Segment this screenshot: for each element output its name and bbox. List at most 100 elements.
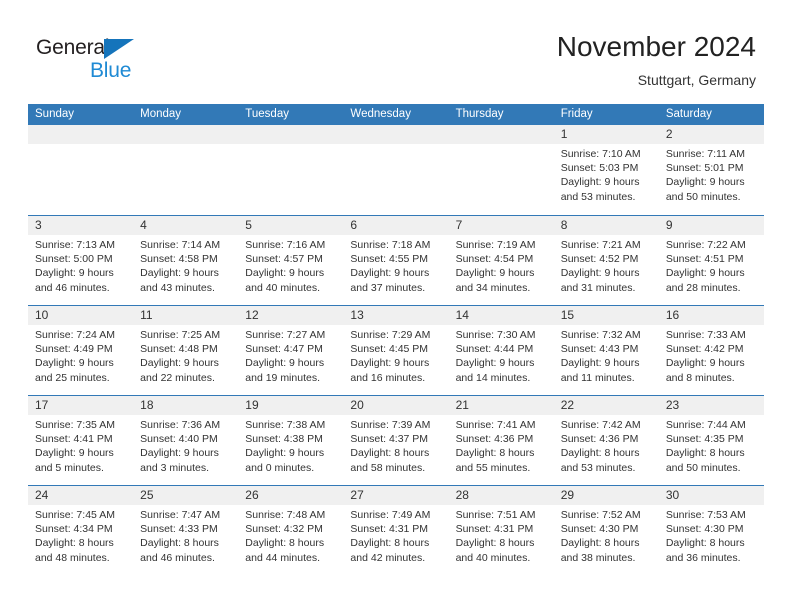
day-number: 7 bbox=[455, 218, 463, 232]
calendar-day-cell[interactable]: 7 Sunrise: 7:19 AM Sunset: 4:54 PM Daylight… bbox=[449, 216, 554, 305]
sunset-text: Sunset: 4:37 PM bbox=[350, 433, 429, 446]
calendar-day-cell[interactable]: 27 Sunrise: 7:49 AM Sunset: 4:31 PM Dayligh… bbox=[343, 486, 448, 575]
day-sun-info: Sunrise: 7:48 AM Sunset: 4:32 PM Daylight:… bbox=[245, 508, 336, 565]
calendar-day-cell[interactable]: 20 Sunrise: 7:39 AM Sunset: 4:37 PM Dayligh… bbox=[343, 396, 448, 485]
daylight-text-line2: and 5 minutes. bbox=[35, 461, 104, 474]
calendar-day-cell[interactable]: 22 Sunrise: 7:42 AM Sunset: 4:36 PM Dayligh… bbox=[554, 396, 659, 485]
day-sun-info: Sunrise: 7:24 AM Sunset: 4:49 PM Daylight:… bbox=[35, 328, 126, 385]
calendar-week-row: 17 Sunrise: 7:35 AM Sunset: 4:41 PM Dayligh… bbox=[28, 395, 764, 485]
daylight-text-line1: Daylight: 8 hours bbox=[350, 447, 430, 460]
sunrise-text: Sunrise: 7:52 AM bbox=[560, 509, 641, 521]
sunset-text: Sunset: 4:44 PM bbox=[455, 343, 534, 356]
day-sun-info: Sunrise: 7:29 AM Sunset: 4:45 PM Daylight:… bbox=[350, 328, 441, 385]
calendar-day-cell[interactable]: 10 Sunrise: 7:24 AM Sunset: 4:49 PM Dayligh… bbox=[28, 306, 133, 395]
daylight-text-line2: and 50 minutes. bbox=[665, 190, 741, 203]
calendar-day-cell[interactable]: 6 Sunrise: 7:18 AM Sunset: 4:55 PM Daylight… bbox=[343, 216, 448, 305]
calendar-day-cell[interactable]: 11 Sunrise: 7:25 AM Sunset: 4:48 PM Dayligh… bbox=[133, 306, 238, 395]
calendar-day-cell[interactable]: 24 Sunrise: 7:45 AM Sunset: 4:34 PM Dayligh… bbox=[28, 486, 133, 575]
day-sun-info: Sunrise: 7:45 AM Sunset: 4:34 PM Daylight:… bbox=[35, 508, 126, 565]
daylight-text-line1: Daylight: 9 hours bbox=[560, 357, 640, 370]
page-header: General Blue November 2024 Stuttgart, Ge… bbox=[0, 0, 792, 104]
day-number: 16 bbox=[665, 308, 680, 322]
day-number: 30 bbox=[665, 488, 680, 502]
daylight-text-line2: and 55 minutes. bbox=[455, 461, 531, 474]
location-subtitle: Stuttgart, Germany bbox=[637, 72, 756, 88]
calendar-day-cell[interactable]: 18 Sunrise: 7:36 AM Sunset: 4:40 PM Dayligh… bbox=[133, 396, 238, 485]
day-number: 5 bbox=[245, 218, 252, 232]
day-sun-info: Sunrise: 7:39 AM Sunset: 4:37 PM Daylight:… bbox=[350, 418, 441, 475]
calendar-day-cell[interactable]: 16 Sunrise: 7:33 AM Sunset: 4:42 PM Dayligh… bbox=[659, 306, 764, 395]
daylight-text-line1: Daylight: 9 hours bbox=[560, 176, 640, 189]
sunrise-text: Sunrise: 7:16 AM bbox=[245, 239, 326, 251]
sunset-text: Sunset: 4:51 PM bbox=[665, 253, 744, 266]
sunrise-text: Sunrise: 7:47 AM bbox=[140, 509, 221, 521]
calendar-day-cell[interactable]: 26 Sunrise: 7:48 AM Sunset: 4:32 PM Dayligh… bbox=[238, 486, 343, 575]
sunset-text: Sunset: 5:03 PM bbox=[560, 162, 639, 175]
page-title: November 2024 bbox=[556, 31, 756, 62]
sunrise-text: Sunrise: 7:11 AM bbox=[665, 148, 746, 160]
calendar-day-cell[interactable]: 8 Sunrise: 7:21 AM Sunset: 4:52 PM Daylight… bbox=[554, 216, 659, 305]
daylight-text-line2: and 22 minutes. bbox=[140, 371, 215, 384]
daylight-text-line2: and 53 minutes. bbox=[560, 461, 636, 474]
day-sun-info: Sunrise: 7:38 AM Sunset: 4:38 PM Daylight:… bbox=[245, 418, 336, 475]
sunset-text: Sunset: 5:00 PM bbox=[35, 253, 113, 266]
calendar-day-cell[interactable]: 13 Sunrise: 7:29 AM Sunset: 4:45 PM Dayligh… bbox=[343, 306, 448, 395]
day-number: 25 bbox=[140, 488, 154, 502]
day-sun-info: Sunrise: 7:14 AM Sunset: 4:58 PM Daylight:… bbox=[140, 238, 231, 295]
sunset-text: Sunset: 4:30 PM bbox=[665, 523, 744, 536]
calendar-week-row: 1 Sunrise: 7:10 AM Sunset: 5:03 PM Daylight… bbox=[28, 125, 764, 215]
calendar-day-cell[interactable]: 12 Sunrise: 7:27 AM Sunset: 4:47 PM Dayligh… bbox=[238, 306, 343, 395]
day-sun-info: Sunrise: 7:35 AM Sunset: 4:41 PM Daylight:… bbox=[35, 418, 126, 475]
calendar-day-cell[interactable]: 3 Sunrise: 7:13 AM Sunset: 5:00 PM Daylight… bbox=[28, 216, 133, 305]
sunset-text: Sunset: 4:49 PM bbox=[35, 343, 113, 356]
day-number: 19 bbox=[245, 398, 259, 412]
daylight-text-line2: and 3 minutes. bbox=[140, 461, 210, 474]
calendar-day-cell[interactable]: 14 Sunrise: 7:30 AM Sunset: 4:44 PM Dayligh… bbox=[449, 306, 554, 395]
day-sun-info: Sunrise: 7:21 AM Sunset: 4:52 PM Daylight:… bbox=[561, 238, 652, 295]
calendar-day-cell[interactable]: 25 Sunrise: 7:47 AM Sunset: 4:33 PM Dayligh… bbox=[133, 486, 238, 575]
day-sun-info: Sunrise: 7:19 AM Sunset: 4:54 PM Daylight:… bbox=[456, 238, 547, 295]
daylight-text-line1: Daylight: 9 hours bbox=[350, 357, 430, 370]
daylight-text-line1: Daylight: 9 hours bbox=[140, 357, 219, 370]
calendar-day-cell[interactable]: 19 Sunrise: 7:38 AM Sunset: 4:38 PM Dayligh… bbox=[238, 396, 343, 485]
day-number: 8 bbox=[560, 218, 568, 232]
sunset-text: Sunset: 4:52 PM bbox=[560, 253, 639, 266]
sunset-text: Sunset: 5:01 PM bbox=[665, 162, 744, 175]
day-sun-info: Sunrise: 7:22 AM Sunset: 4:51 PM Daylight:… bbox=[666, 238, 757, 295]
calendar-week-row: 10 Sunrise: 7:24 AM Sunset: 4:49 PM Dayligh… bbox=[28, 305, 764, 395]
calendar-day-cell[interactable]: 9 Sunrise: 7:22 AM Sunset: 4:51 PM Daylight… bbox=[659, 216, 764, 305]
daylight-text-line1: Daylight: 8 hours bbox=[665, 537, 745, 550]
weekday-header-monday: Monday bbox=[140, 108, 182, 120]
sunrise-text: Sunrise: 7:38 AM bbox=[245, 419, 326, 431]
calendar-day-cell[interactable]: 21 Sunrise: 7:41 AM Sunset: 4:36 PM Dayligh… bbox=[449, 396, 554, 485]
calendar-day-cell[interactable]: 30 Sunrise: 7:53 AM Sunset: 4:30 PM Dayligh… bbox=[659, 486, 764, 575]
calendar-day-cell[interactable]: 5 Sunrise: 7:16 AM Sunset: 4:57 PM Daylight… bbox=[238, 216, 343, 305]
calendar-day-cell[interactable]: 15 Sunrise: 7:32 AM Sunset: 4:43 PM Dayligh… bbox=[554, 306, 659, 395]
calendar-day-cell[interactable]: 29 Sunrise: 7:52 AM Sunset: 4:30 PM Dayligh… bbox=[554, 486, 659, 575]
weekday-header-friday: Friday bbox=[560, 108, 593, 120]
calendar-day-cell[interactable]: 4 Sunrise: 7:14 AM Sunset: 4:58 PM Daylight… bbox=[133, 216, 238, 305]
daylight-text-line2: and 48 minutes. bbox=[35, 551, 110, 564]
daylight-text-line2: and 53 minutes. bbox=[560, 190, 636, 203]
calendar-day-cell[interactable]: 28 Sunrise: 7:51 AM Sunset: 4:31 PM Dayligh… bbox=[449, 486, 554, 575]
weekday-header-sunday: Sunday bbox=[35, 108, 75, 120]
calendar-day-cell[interactable]: 1 Sunrise: 7:10 AM Sunset: 5:03 PM Daylight… bbox=[554, 125, 659, 215]
sunrise-text: Sunrise: 7:19 AM bbox=[455, 239, 536, 251]
daylight-text-line1: Daylight: 9 hours bbox=[455, 357, 535, 370]
sunset-text: Sunset: 4:41 PM bbox=[35, 433, 113, 446]
day-number: 15 bbox=[560, 308, 575, 322]
sunrise-text: Sunrise: 7:36 AM bbox=[140, 419, 221, 431]
sunset-text: Sunset: 4:32 PM bbox=[245, 523, 323, 536]
calendar-day-cell[interactable]: 23 Sunrise: 7:44 AM Sunset: 4:35 PM Dayligh… bbox=[659, 396, 764, 485]
daylight-text-line2: and 40 minutes. bbox=[455, 551, 531, 564]
day-sun-info: Sunrise: 7:33 AM Sunset: 4:42 PM Daylight:… bbox=[666, 328, 757, 385]
calendar-week-row: 24 Sunrise: 7:45 AM Sunset: 4:34 PM Dayligh… bbox=[28, 485, 764, 575]
calendar-day-cell[interactable]: 17 Sunrise: 7:35 AM Sunset: 4:41 PM Dayligh… bbox=[28, 396, 133, 485]
day-number: 3 bbox=[35, 218, 42, 232]
calendar-day-cell-empty bbox=[238, 125, 343, 215]
weekday-header-wednesday: Wednesday bbox=[350, 108, 411, 120]
sunrise-text: Sunrise: 7:49 AM bbox=[350, 509, 431, 521]
day-number: 6 bbox=[350, 218, 358, 232]
daylight-text-line1: Daylight: 8 hours bbox=[455, 447, 535, 460]
calendar-day-cell[interactable]: 2 Sunrise: 7:11 AM Sunset: 5:01 PM Daylight… bbox=[659, 125, 764, 215]
